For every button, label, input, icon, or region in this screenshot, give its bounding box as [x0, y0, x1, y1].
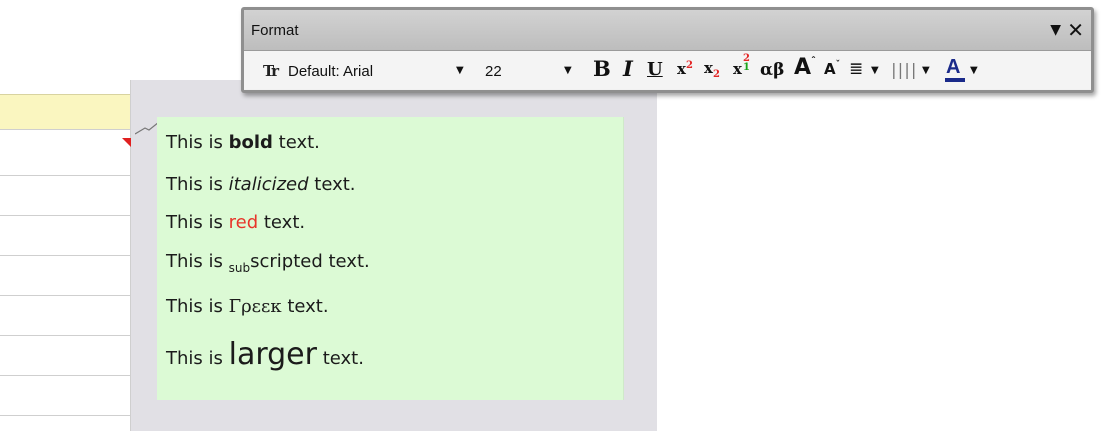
font-size-combobox[interactable]: 22 ▼ — [476, 60, 576, 82]
subscript-text: sub — [228, 261, 251, 275]
close-icon[interactable]: ✕ — [1067, 18, 1084, 42]
font-color-swatch — [945, 78, 965, 82]
chevron-down-icon[interactable]: ▼ — [564, 65, 572, 76]
worksheet-row[interactable] — [0, 176, 131, 216]
greek-button[interactable]: αβ — [760, 60, 784, 88]
font-name-value: Default: Arial — [288, 63, 374, 80]
font-color-letter: A — [946, 56, 961, 78]
worksheet-row[interactable] — [0, 256, 131, 296]
worksheet-row-selected[interactable] — [0, 94, 131, 130]
toolbar-button-row: Tr Default: Arial ▼ 22 ▼ B I U x2 x2 x21… — [244, 51, 1091, 89]
red-text: red — [228, 212, 259, 233]
toolbar-title: Format — [251, 22, 299, 39]
note-line-subscript: This is subscripted text. — [166, 251, 370, 275]
note-line-red: This is red text. — [166, 212, 306, 233]
italic-button[interactable]: I — [623, 56, 633, 84]
character-spacing-icon[interactable]: |||| — [889, 60, 918, 88]
greek-text: Γρεεκ — [228, 296, 282, 317]
note-line-italic: This is italicized text. — [166, 174, 356, 195]
font-name-combobox[interactable]: Tr Default: Arial ▼ — [260, 60, 468, 82]
decrease-font-button[interactable]: Aˇ — [824, 60, 840, 88]
italic-text: italicized — [228, 174, 309, 195]
worksheet-grid — [0, 80, 131, 431]
larger-text: larger — [228, 337, 317, 372]
note-line-larger: This is larger text. — [166, 337, 364, 372]
underline-button[interactable]: U — [647, 59, 663, 87]
note-line-bold: This is bold text. — [166, 132, 320, 153]
worksheet-row[interactable] — [0, 296, 131, 336]
comment-text-box[interactable]: This is bold text. This is italicized te… — [157, 117, 624, 400]
font-size-value: 22 — [485, 63, 502, 80]
supersubscript-button[interactable]: x21 — [733, 54, 750, 88]
comment-indicator[interactable] — [122, 138, 131, 147]
format-toolbar: Format ▼ ✕ Tr Default: Arial ▼ 22 ▼ B I … — [241, 7, 1094, 93]
toolbar-options-icon[interactable]: ▼ — [1050, 22, 1061, 38]
text-align-icon[interactable]: ≣ — [849, 59, 863, 87]
font-color-button[interactable]: A — [944, 56, 966, 84]
worksheet-row[interactable] — [0, 376, 131, 416]
font-type-icon: Tr — [263, 62, 279, 80]
worksheet-row[interactable] — [0, 216, 131, 256]
worksheet-row[interactable] — [0, 336, 131, 376]
chevron-down-icon[interactable]: ▼ — [456, 65, 464, 76]
bold-button[interactable]: B — [593, 56, 611, 84]
toolbar-title-bar[interactable]: Format ▼ ✕ — [244, 10, 1091, 51]
superscript-button[interactable]: x2 — [677, 60, 693, 88]
subscript-button[interactable]: x2 — [704, 59, 720, 87]
increase-font-button[interactable]: Aˆ — [794, 55, 816, 83]
note-line-greek: This is Γρεεκ text. — [166, 296, 329, 317]
bold-text: bold — [228, 132, 273, 153]
chevron-down-icon[interactable]: ▼ — [922, 65, 930, 93]
worksheet-row[interactable] — [0, 130, 131, 176]
chevron-down-icon[interactable]: ▼ — [970, 65, 978, 93]
chevron-down-icon[interactable]: ▼ — [871, 65, 879, 93]
